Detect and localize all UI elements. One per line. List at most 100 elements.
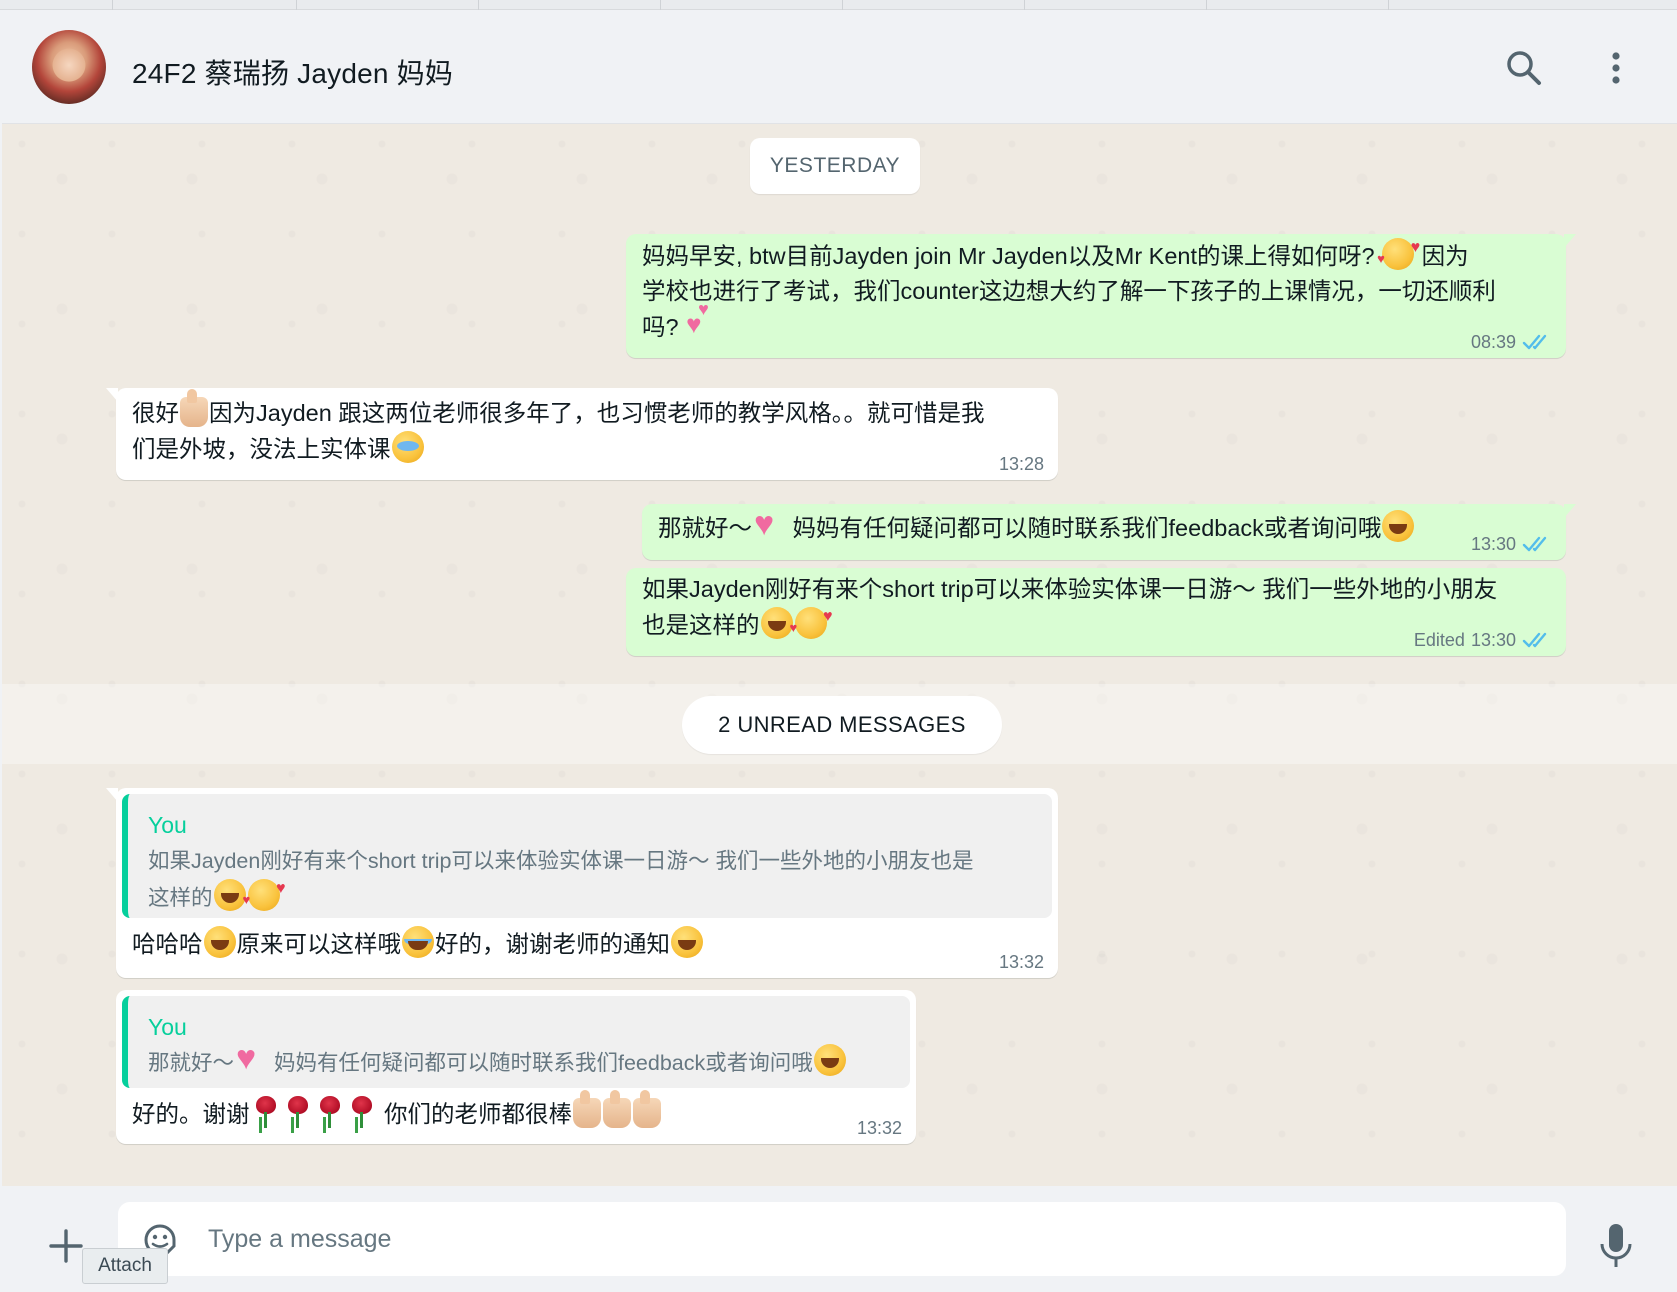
double-check-icon [1522,632,1547,648]
grinning-squinting-face-icon [760,607,793,639]
window-top-strip [0,0,1677,10]
message-meta: 13:32 [999,952,1044,972]
tab-divider [842,0,843,10]
message-line: 因为Jayden 跟这两位老师很多年了，也习惯老师的教学风格。。就可惜是我 [209,400,985,426]
message-line: 妈妈早安, btw目前Jayden join Mr Jayden以及Mr Ken… [642,243,1382,269]
thumbs-up-icon [603,1090,632,1128]
outgoing-message[interactable]: 如果Jayden刚好有来个short trip可以来体验实体课一日游～ 我们一些… [626,568,1566,656]
face-with-tears-of-joy-icon [402,926,434,958]
quote-line: 这样的 [148,886,213,910]
date-divider: YESTERDAY [750,138,920,194]
edited-label: Edited [1413,630,1465,650]
smiling-face-with-hearts-icon [243,871,286,917]
attach-tooltip: Attach [82,1248,168,1284]
quote-line: 如果Jayden刚好有来个short trip可以来体验实体课一日游～ 我们一些… [148,849,974,873]
quote-author: You [148,812,187,838]
message-text: 那就好～ 妈妈有任何疑问都可以随时联系我们feedback或者询问哦 [658,504,1548,546]
message-line: 们是外坡，没法上实体课 [132,436,391,462]
rose-icon [347,1096,377,1128]
message-text: 吗? [642,297,1548,345]
search-icon[interactable] [1502,46,1546,90]
message-line: 很好 [132,400,179,426]
incoming-message[interactable]: 很好 因为Jayden 跟这两位老师很多年了，也习惯老师的教学风格。。就可惜是我 … [106,388,1058,480]
message-time: 13:30 [1470,630,1516,650]
double-check-icon [1522,334,1547,350]
unread-messages-divider: 2 UNREAD MESSAGES [682,696,1002,754]
message-text: 们是外坡，没法上实体课 [132,431,1040,467]
plus-icon[interactable] [46,1226,86,1266]
contact-avatar[interactable] [32,30,106,104]
thumbs-up-icon [633,1090,662,1128]
thumbs-up-icon [180,389,208,427]
message-input[interactable] [208,1214,1538,1264]
pleading-face-icon [391,431,424,463]
smiling-face-with-hearts-icon [1377,230,1420,276]
incoming-message[interactable]: You 那就好～ 妈妈有任何疑问都可以随时联系我们feedback或者询问哦 好… [116,990,916,1144]
tab-divider [112,0,113,10]
message-line: 学校也进行了考试，我们counter这边想大约了解一下孩子的上课情况，一切还顺利 [642,278,1496,304]
message-time: 08:39 [1470,332,1516,352]
message-pane[interactable]: YESTERDAY 妈妈早安, btw目前Jayden join Mr Jayd… [2,124,1677,1186]
two-hearts-icon [686,297,718,341]
message-time: 13:32 [856,1118,902,1138]
quoted-message[interactable]: You 那就好～ 妈妈有任何疑问都可以随时联系我们feedback或者询问哦 [122,996,910,1088]
message-text: 好的。谢谢 你们的老师都很棒 [132,1090,662,1132]
message-text: 妈妈早安, btw目前Jayden join Mr Jayden以及Mr Ken… [642,230,1548,276]
message-time: 13:32 [998,952,1044,972]
outgoing-message[interactable]: 妈妈早安, btw目前Jayden join Mr Jayden以及Mr Ken… [626,230,1576,358]
message-time: 13:30 [1470,534,1516,554]
quote-text: 那就好～ 妈妈有任何疑问都可以随时联系我们feedback或者询问哦 [148,1038,847,1081]
quote-text: 如果Jayden刚好有来个short trip可以来体验实体课一日游～ 我们一些… [148,844,974,917]
microphone-icon[interactable] [1598,1222,1634,1270]
message-meta: 13:32 [857,1118,902,1138]
double-check-icon [1522,536,1547,552]
quote-line: 那就好～ [148,1051,235,1075]
quote-author: You [148,1014,187,1040]
tab-divider [1206,0,1207,10]
message-line: 如果Jayden刚好有来个short trip可以来体验实体课一日游～ 我们一些… [642,576,1498,602]
message-time: 13:28 [998,454,1044,474]
message-line: 因为 [1415,243,1469,269]
message-line: 好的，谢谢老师的通知 [435,931,670,957]
message-meta: Edited 13:30 [1414,630,1552,650]
message-line: 哈哈哈 [132,931,203,957]
grinning-squinting-face-icon [813,1044,846,1076]
message-line: 好的。谢谢 [132,1101,250,1127]
incoming-message[interactable]: You 如果Jayden刚好有来个short trip可以来体验实体课一日游～ … [106,788,1058,978]
message-line: 也是这样的 [642,612,760,638]
composer-bar: Attach [2,1186,1677,1292]
tab-divider [1024,0,1025,10]
message-meta: 13:28 [999,454,1044,474]
message-line: 妈妈有任何疑问都可以随时联系我们feedback或者询问哦 [786,515,1382,541]
kebab-menu-icon[interactable] [1596,46,1636,90]
pink-heart-icon [235,1038,267,1078]
outgoing-message[interactable]: 那就好～ 妈妈有任何疑问都可以随时联系我们feedback或者询问哦 13:30 [642,504,1576,560]
chat-title[interactable]: 24F2 蔡瑞扬 Jayden 妈妈 [132,52,453,92]
message-text: 哈哈哈 原来可以这样哦 好的，谢谢老师的通知 [132,926,704,962]
tab-divider [478,0,479,10]
grinning-squinting-face-icon [213,879,246,911]
grinning-squinting-face-icon [1382,510,1415,542]
message-line: 原来可以这样哦 [236,931,402,957]
tab-divider [296,0,297,10]
message-text: 很好 因为Jayden 跟这两位老师很多年了，也习惯老师的教学风格。。就可惜是我 [132,389,1040,431]
tab-divider [660,0,661,10]
grinning-squinting-face-icon [671,926,703,958]
message-line: 你们的老师都很棒 [377,1101,573,1127]
tab-divider [1388,0,1389,10]
message-line: 吗? [642,314,686,340]
quoted-message[interactable]: You 如果Jayden刚好有来个short trip可以来体验实体课一日游～ … [122,794,1052,918]
rose-icon [251,1096,281,1128]
smiling-face-with-hearts-icon [790,599,833,645]
pink-heart-icon [753,504,785,544]
rose-icon [283,1096,313,1128]
message-meta: 08:39 [1471,332,1552,352]
message-line: 那就好～ [658,515,752,541]
rose-icon [315,1096,345,1128]
message-text: 也是这样的 [642,599,1548,645]
message-meta: 13:30 [1471,534,1552,554]
quote-line: 妈妈有任何疑问都可以随时联系我们feedback或者询问哦 [268,1051,813,1075]
thumbs-up-icon [573,1090,602,1128]
grinning-squinting-face-icon [203,926,236,958]
message-input-box[interactable] [118,1202,1566,1276]
